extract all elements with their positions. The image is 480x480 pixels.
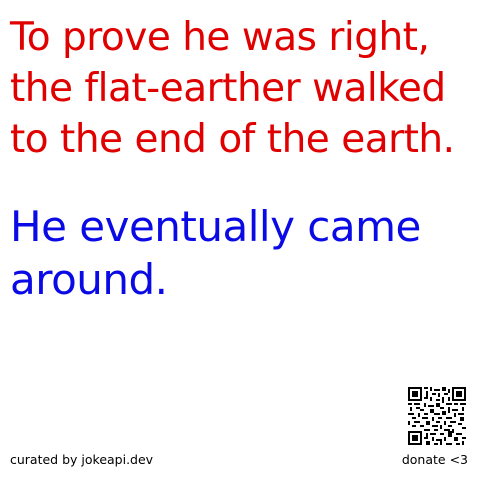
joke-delivery: He eventually came around. bbox=[10, 202, 421, 304]
qr-code-icon[interactable] bbox=[408, 387, 466, 445]
curated-by-credit[interactable]: curated by jokeapi.dev bbox=[10, 452, 153, 468]
donate-link[interactable]: donate <3 bbox=[402, 452, 468, 468]
joke-setup: To prove he was right, the flat-earther … bbox=[10, 15, 455, 162]
